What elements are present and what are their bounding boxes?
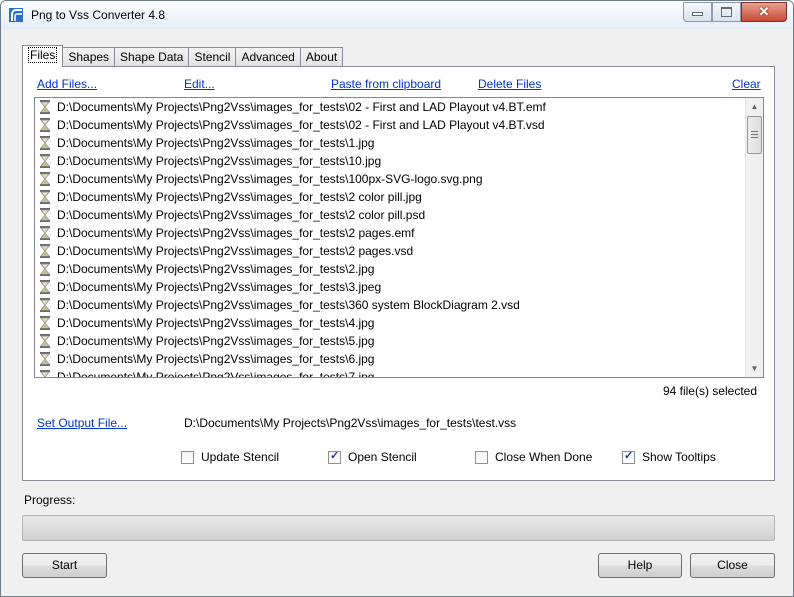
close-icon: ✕	[758, 4, 770, 19]
list-item[interactable]: D:\Documents\My Projects\Png2Vss\images_…	[35, 116, 746, 134]
hourglass-icon	[40, 136, 50, 150]
hourglass-icon	[40, 262, 50, 276]
tab-strip: Files Shapes Shape Data Stencil Advanced…	[22, 45, 344, 67]
minimize-icon	[693, 13, 702, 15]
tab-shapes[interactable]: Shapes	[62, 47, 116, 67]
file-path: D:\Documents\My Projects\Png2Vss\images_…	[57, 172, 483, 186]
hourglass-icon	[40, 334, 50, 348]
list-item[interactable]: D:\Documents\My Projects\Png2Vss\images_…	[35, 278, 746, 296]
scroll-thumb[interactable]	[747, 116, 762, 154]
progress-bar	[22, 515, 775, 541]
file-path: D:\Documents\My Projects\Png2Vss\images_…	[57, 118, 545, 132]
hourglass-icon	[40, 118, 50, 132]
list-item[interactable]: D:\Documents\My Projects\Png2Vss\images_…	[35, 242, 746, 260]
show-tooltips-checkbox[interactable]: Show Tooltips	[622, 449, 716, 465]
hourglass-icon	[40, 208, 50, 222]
selected-count: 94 file(s) selected	[662, 384, 757, 398]
hourglass-icon	[40, 316, 50, 330]
file-path: D:\Documents\My Projects\Png2Vss\images_…	[57, 208, 426, 222]
output-file-path: D:\Documents\My Projects\Png2Vss\images_…	[184, 416, 517, 430]
start-button[interactable]: Start	[22, 553, 107, 578]
tab-advanced[interactable]: Advanced	[235, 47, 301, 67]
file-path: D:\Documents\My Projects\Png2Vss\images_…	[57, 244, 414, 258]
list-item[interactable]: D:\Documents\My Projects\Png2Vss\images_…	[35, 368, 746, 378]
list-item[interactable]: D:\Documents\My Projects\Png2Vss\images_…	[35, 188, 746, 206]
list-item[interactable]: D:\Documents\My Projects\Png2Vss\images_…	[35, 152, 746, 170]
app-logo-icon	[9, 8, 23, 22]
progress-label: Progress:	[24, 493, 76, 507]
list-item[interactable]: D:\Documents\My Projects\Png2Vss\images_…	[35, 314, 746, 332]
hourglass-icon	[40, 226, 50, 240]
tab-files[interactable]: Files	[22, 45, 64, 67]
scroll-down-arrow-icon[interactable]: ▼	[746, 360, 763, 377]
open-stencil-checkbox[interactable]: Open Stencil	[328, 449, 417, 465]
file-path: D:\Documents\My Projects\Png2Vss\images_…	[57, 262, 375, 276]
file-path: D:\Documents\My Projects\Png2Vss\images_…	[57, 316, 375, 330]
minimize-button[interactable]	[683, 2, 712, 22]
edit-link[interactable]: Edit...	[184, 77, 215, 91]
maximize-button[interactable]	[712, 2, 741, 22]
hourglass-icon	[40, 298, 50, 312]
list-item[interactable]: D:\Documents\My Projects\Png2Vss\images_…	[35, 206, 746, 224]
file-path: D:\Documents\My Projects\Png2Vss\images_…	[57, 226, 415, 240]
checkbox-box	[328, 449, 341, 464]
tab-shape-data[interactable]: Shape Data	[114, 47, 190, 67]
file-path: D:\Documents\My Projects\Png2Vss\images_…	[57, 100, 546, 114]
hourglass-icon	[40, 352, 50, 366]
file-list[interactable]: D:\Documents\My Projects\Png2Vss\images_…	[34, 97, 764, 378]
checkbox-box	[622, 449, 635, 464]
file-path: D:\Documents\My Projects\Png2Vss\images_…	[57, 334, 375, 348]
update-stencil-checkbox[interactable]: Update Stencil	[181, 449, 279, 465]
list-item[interactable]: D:\Documents\My Projects\Png2Vss\images_…	[35, 170, 746, 188]
tab-about[interactable]: About	[299, 47, 344, 67]
hourglass-icon	[40, 172, 50, 186]
list-item[interactable]: D:\Documents\My Projects\Png2Vss\images_…	[35, 296, 746, 314]
close-button[interactable]: Close	[690, 553, 775, 578]
file-list-rows: D:\Documents\My Projects\Png2Vss\images_…	[35, 98, 746, 378]
window-close-button[interactable]: ✕	[741, 2, 787, 22]
delete-files-link[interactable]: Delete Files	[478, 77, 541, 91]
add-files-link[interactable]: Add Files...	[37, 77, 97, 91]
file-path: D:\Documents\My Projects\Png2Vss\images_…	[57, 370, 375, 378]
file-path: D:\Documents\My Projects\Png2Vss\images_…	[57, 154, 382, 168]
hourglass-icon	[40, 370, 50, 377]
hourglass-icon	[40, 190, 50, 204]
maximize-icon	[721, 7, 732, 17]
list-item[interactable]: D:\Documents\My Projects\Png2Vss\images_…	[35, 98, 746, 116]
file-path: D:\Documents\My Projects\Png2Vss\images_…	[57, 280, 382, 294]
vertical-scrollbar[interactable]: ▲ ▼	[745, 98, 763, 377]
list-item[interactable]: D:\Documents\My Projects\Png2Vss\images_…	[35, 350, 746, 368]
file-path: D:\Documents\My Projects\Png2Vss\images_…	[57, 298, 520, 312]
hourglass-icon	[40, 244, 50, 258]
file-path: D:\Documents\My Projects\Png2Vss\images_…	[57, 190, 422, 204]
app-window: Png to Vss Converter 4.8 ✕ Files Shapes …	[0, 0, 794, 597]
clear-link[interactable]: Clear	[732, 77, 761, 91]
hourglass-icon	[40, 154, 50, 168]
hourglass-icon	[40, 280, 50, 294]
list-item[interactable]: D:\Documents\My Projects\Png2Vss\images_…	[35, 134, 746, 152]
file-path: D:\Documents\My Projects\Png2Vss\images_…	[57, 352, 375, 366]
file-path: D:\Documents\My Projects\Png2Vss\images_…	[57, 136, 375, 150]
window-title: Png to Vss Converter 4.8	[31, 8, 166, 22]
hourglass-icon	[40, 100, 50, 114]
tab-stencil[interactable]: Stencil	[188, 47, 237, 67]
list-item[interactable]: D:\Documents\My Projects\Png2Vss\images_…	[35, 260, 746, 278]
close-when-done-checkbox[interactable]: Close When Done	[475, 449, 592, 465]
help-button[interactable]: Help	[598, 553, 682, 578]
checkbox-box	[181, 450, 194, 464]
list-item[interactable]: D:\Documents\My Projects\Png2Vss\images_…	[35, 332, 746, 350]
scroll-up-arrow-icon[interactable]: ▲	[746, 98, 763, 115]
list-item[interactable]: D:\Documents\My Projects\Png2Vss\images_…	[35, 224, 746, 242]
set-output-file-link[interactable]: Set Output File...	[37, 416, 127, 430]
title-bar[interactable]: Png to Vss Converter 4.8 ✕	[1, 1, 793, 29]
paste-from-clipboard-link[interactable]: Paste from clipboard	[331, 77, 441, 91]
caption-buttons: ✕	[683, 2, 787, 22]
checkbox-box	[475, 450, 488, 464]
